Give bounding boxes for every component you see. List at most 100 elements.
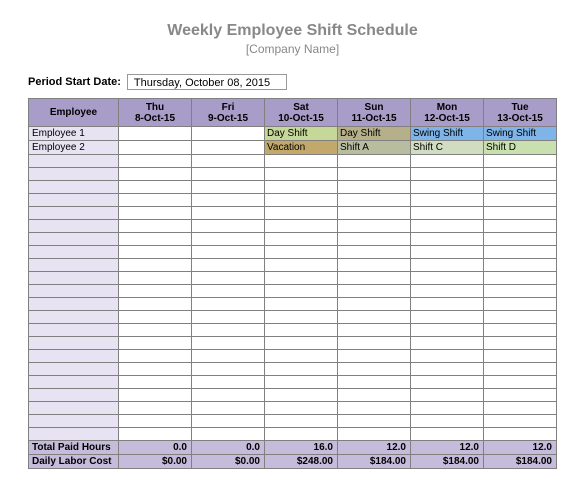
shift-cell[interactable] (192, 402, 265, 415)
shift-cell[interactable] (338, 402, 411, 415)
shift-cell[interactable]: Day Shift (338, 127, 411, 141)
shift-cell[interactable] (338, 389, 411, 402)
shift-cell[interactable] (411, 311, 484, 324)
shift-cell[interactable] (192, 337, 265, 350)
shift-cell[interactable] (338, 285, 411, 298)
shift-cell[interactable] (265, 350, 338, 363)
employee-name-cell[interactable] (29, 220, 119, 233)
employee-name-cell[interactable] (29, 415, 119, 428)
shift-cell[interactable] (119, 363, 192, 376)
shift-cell[interactable] (484, 298, 557, 311)
employee-name-cell[interactable] (29, 285, 119, 298)
shift-cell[interactable]: Swing Shift (411, 127, 484, 141)
shift-cell[interactable] (338, 324, 411, 337)
shift-cell[interactable] (119, 194, 192, 207)
employee-name-cell[interactable] (29, 428, 119, 441)
shift-cell[interactable] (338, 181, 411, 194)
shift-cell[interactable] (265, 298, 338, 311)
shift-cell[interactable] (192, 272, 265, 285)
shift-cell[interactable] (119, 272, 192, 285)
shift-cell[interactable] (119, 141, 192, 155)
employee-name-cell[interactable] (29, 402, 119, 415)
employee-name-cell[interactable] (29, 324, 119, 337)
shift-cell[interactable] (338, 363, 411, 376)
shift-cell[interactable] (265, 259, 338, 272)
shift-cell[interactable] (411, 168, 484, 181)
shift-cell[interactable] (484, 233, 557, 246)
shift-cell[interactable] (484, 168, 557, 181)
shift-cell[interactable] (119, 127, 192, 141)
shift-cell[interactable]: Shift A (338, 141, 411, 155)
shift-cell[interactable] (119, 298, 192, 311)
shift-cell[interactable] (192, 389, 265, 402)
employee-name-cell[interactable] (29, 181, 119, 194)
shift-cell[interactable] (484, 363, 557, 376)
shift-cell[interactable] (265, 168, 338, 181)
shift-cell[interactable] (484, 337, 557, 350)
employee-name-cell[interactable]: Employee 1 (29, 127, 119, 141)
shift-cell[interactable] (265, 155, 338, 168)
shift-cell[interactable] (484, 207, 557, 220)
shift-cell[interactable] (411, 363, 484, 376)
shift-cell[interactable] (192, 285, 265, 298)
shift-cell[interactable] (119, 155, 192, 168)
shift-cell[interactable] (119, 428, 192, 441)
shift-cell[interactable] (192, 350, 265, 363)
employee-name-cell[interactable] (29, 194, 119, 207)
shift-cell[interactable] (411, 376, 484, 389)
shift-cell[interactable] (265, 207, 338, 220)
shift-cell[interactable] (484, 376, 557, 389)
employee-name-cell[interactable] (29, 233, 119, 246)
employee-name-cell[interactable] (29, 311, 119, 324)
shift-cell[interactable] (192, 324, 265, 337)
shift-cell[interactable] (265, 389, 338, 402)
shift-cell[interactable] (119, 181, 192, 194)
employee-name-cell[interactable] (29, 298, 119, 311)
employee-name-cell[interactable] (29, 337, 119, 350)
shift-cell[interactable] (411, 389, 484, 402)
employee-name-cell[interactable] (29, 389, 119, 402)
shift-cell[interactable] (119, 376, 192, 389)
shift-cell[interactable] (192, 376, 265, 389)
shift-cell[interactable] (338, 233, 411, 246)
shift-cell[interactable] (192, 363, 265, 376)
shift-cell[interactable] (338, 272, 411, 285)
shift-cell[interactable] (119, 337, 192, 350)
shift-cell[interactable] (119, 324, 192, 337)
shift-cell[interactable] (265, 272, 338, 285)
shift-cell[interactable] (484, 311, 557, 324)
shift-cell[interactable]: Day Shift (265, 127, 338, 141)
shift-cell[interactable] (192, 207, 265, 220)
shift-cell[interactable] (338, 194, 411, 207)
shift-cell[interactable] (411, 233, 484, 246)
shift-cell[interactable] (338, 415, 411, 428)
shift-cell[interactable] (265, 402, 338, 415)
shift-cell[interactable] (338, 376, 411, 389)
shift-cell[interactable] (265, 285, 338, 298)
shift-cell[interactable] (411, 207, 484, 220)
shift-cell[interactable] (338, 246, 411, 259)
shift-cell[interactable] (411, 259, 484, 272)
shift-cell[interactable] (338, 168, 411, 181)
shift-cell[interactable] (119, 168, 192, 181)
shift-cell[interactable] (411, 194, 484, 207)
shift-cell[interactable] (484, 415, 557, 428)
shift-cell[interactable] (192, 220, 265, 233)
shift-cell[interactable] (411, 298, 484, 311)
shift-cell[interactable] (265, 428, 338, 441)
shift-cell[interactable] (338, 155, 411, 168)
shift-cell[interactable]: Shift C (411, 141, 484, 155)
shift-cell[interactable] (119, 402, 192, 415)
shift-cell[interactable] (411, 155, 484, 168)
employee-name-cell[interactable] (29, 246, 119, 259)
period-start-date-input[interactable]: Thursday, October 08, 2015 (127, 74, 287, 90)
shift-cell[interactable] (265, 194, 338, 207)
shift-cell[interactable] (484, 402, 557, 415)
shift-cell[interactable] (411, 337, 484, 350)
shift-cell[interactable] (119, 246, 192, 259)
employee-name-cell[interactable] (29, 350, 119, 363)
shift-cell[interactable] (338, 220, 411, 233)
shift-cell[interactable] (265, 363, 338, 376)
employee-name-cell[interactable] (29, 207, 119, 220)
shift-cell[interactable] (192, 298, 265, 311)
